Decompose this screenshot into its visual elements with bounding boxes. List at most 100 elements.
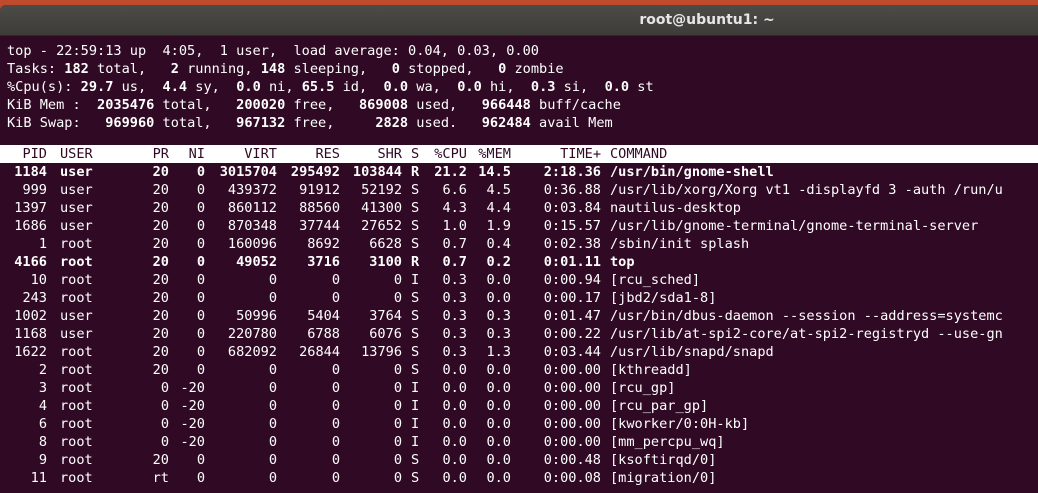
summary-text: 29.7 xyxy=(80,79,114,95)
summary-text: 967132 xyxy=(228,115,286,131)
col-res: 91912 xyxy=(299,182,340,198)
col-time: 0:02.38 xyxy=(543,236,601,252)
summary-text: 0.0 xyxy=(604,79,630,95)
summary-text: 4.4 xyxy=(162,79,188,95)
col-pid: 1002 xyxy=(14,308,47,324)
summary-text: zombie xyxy=(506,61,564,77)
col-ni: 0 xyxy=(196,236,205,252)
col-time: 0:00.22 xyxy=(543,326,601,342)
process-row: 9 root 20 0 0 0 0 S 0.0 0.0 0:00.48 [ksoftirqd/0] xyxy=(0,451,1038,469)
col-cpu: 6.6 xyxy=(442,182,467,198)
col-res: 8692 xyxy=(307,236,340,252)
col-ni: 0 xyxy=(196,308,205,324)
process-row: 999 user 20 0 439372 91912 52192 S 6.6 4.5 0:36.88… xyxy=(0,181,1038,199)
summary-text: 2828 xyxy=(350,115,409,131)
col-virt: 0 xyxy=(268,470,277,486)
summary-text: used, xyxy=(408,97,474,113)
col-pr: 20 xyxy=(152,218,169,234)
summary-text: 0.0 xyxy=(457,79,482,95)
summary-text: 0.0 xyxy=(236,79,261,95)
col-command: /usr/lib/xorg/Xorg vt1 -displayfd 3 -aut… xyxy=(610,182,1003,198)
col-s: S xyxy=(411,308,420,324)
col-command: [rcu_sched] xyxy=(610,272,701,288)
col-res: 88560 xyxy=(299,200,340,216)
col-pr: 20 xyxy=(152,452,169,468)
col-mem: 4.4 xyxy=(486,200,511,216)
col-res: 0 xyxy=(331,434,340,450)
col-command: [ksoftirqd/0] xyxy=(610,452,717,468)
col-pid: 1 xyxy=(38,236,47,252)
summary-text: 962484 xyxy=(473,115,531,131)
col-virt: 0 xyxy=(268,380,277,396)
col-cpu: 0.0 xyxy=(442,434,467,450)
col-shr: 0 xyxy=(393,272,402,288)
col-pid: 10 xyxy=(30,272,47,288)
col-user: root xyxy=(60,344,93,360)
col-cpu: 4.3 xyxy=(442,200,467,216)
summary-text: 869008 xyxy=(350,97,409,113)
col-s: S xyxy=(411,362,420,378)
window-titlebar[interactable]: root@ubuntu1: ~ xyxy=(0,5,1038,36)
col-mem: 0.3 xyxy=(486,308,511,324)
summary-line: top - 22:59:13 up 4:05, 1 user, load ave… xyxy=(7,42,539,60)
col-res: 3716 xyxy=(307,254,340,270)
col-ni: 0 xyxy=(196,200,205,216)
col-user: root xyxy=(60,380,93,396)
col-virt: 860112 xyxy=(227,200,277,216)
col-mem: 0.0 xyxy=(486,416,511,432)
col-res: 0 xyxy=(331,362,340,378)
col-shr: 3764 xyxy=(369,308,402,324)
col-s: S xyxy=(411,236,420,252)
col-pid: 1184 xyxy=(14,164,47,180)
summary-text: 200020 xyxy=(228,97,286,113)
col-mem: 0.0 xyxy=(486,470,511,486)
summary-text: %Cpu(s): xyxy=(7,79,81,95)
col-virt: 439372 xyxy=(227,182,277,198)
col-s: I xyxy=(411,416,420,432)
col-cpu: 0.0 xyxy=(442,398,467,414)
col-s: S xyxy=(411,326,420,342)
col-virt: 0 xyxy=(268,398,277,414)
col-cpu: 0.0 xyxy=(442,452,467,468)
col-ni: -20 xyxy=(180,434,205,450)
col-pr: 20 xyxy=(152,200,169,216)
column-header-shr: SHR xyxy=(377,146,402,162)
summary-text: 0.3 xyxy=(530,79,556,95)
col-pid: 1686 xyxy=(14,218,47,234)
col-res: 6788 xyxy=(307,326,340,342)
process-row: 11 root rt 0 0 0 0 S 0.0 0.0 0:00.08 [migration/0] xyxy=(0,469,1038,487)
summary-line: %Cpu(s): 29.7 us, 4.4 sy, 0.0 ni, 65.5 i… xyxy=(7,78,654,96)
col-mem: 1.3 xyxy=(486,344,511,360)
col-user: root xyxy=(60,290,93,306)
col-ni: 0 xyxy=(196,470,205,486)
col-mem: 0.0 xyxy=(486,398,511,414)
col-cpu: 0.0 xyxy=(442,380,467,396)
col-time: 0:00.08 xyxy=(543,470,601,486)
summary-text: buff/cache xyxy=(530,97,621,113)
terminal-output[interactable]: top - 22:59:13 up 4:05, 1 user, load ave… xyxy=(0,36,1038,493)
col-pr: 20 xyxy=(152,236,169,252)
summary-text: 148 xyxy=(260,61,286,77)
col-command: [rcu_par_gp] xyxy=(610,398,709,414)
col-command: [rcu_gp] xyxy=(610,380,676,396)
col-command: /usr/bin/dbus-daemon --session --address… xyxy=(610,308,1003,324)
summary-line: KiB Swap: 969960 total, 967132 free, 282… xyxy=(7,114,613,132)
col-cpu: 0.3 xyxy=(442,326,467,342)
summary-text: si, xyxy=(555,79,605,95)
summary-text: us, xyxy=(113,79,163,95)
summary-text: ni, xyxy=(260,79,302,95)
process-row: 8 root 0 -20 0 0 0 I 0.0 0.0 0:00.00 [mm_percpu_wq] xyxy=(0,433,1038,451)
col-mem: 0.3 xyxy=(486,326,511,342)
col-ni: -20 xyxy=(180,380,205,396)
col-command: [migration/0] xyxy=(610,470,717,486)
col-time: 0:00.00 xyxy=(543,434,601,450)
col-cpu: 0.3 xyxy=(442,344,467,360)
col-pid: 999 xyxy=(22,182,47,198)
col-pr: 0 xyxy=(160,416,169,432)
col-pr: 20 xyxy=(152,182,169,198)
col-res: 295492 xyxy=(290,164,340,180)
summary-text: total, xyxy=(154,115,228,131)
summary-text: Tasks: xyxy=(7,61,65,77)
terminal-window[interactable]: root@ubuntu1: ~ top - 22:59:13 up 4:05, … xyxy=(0,5,1038,493)
col-time: 0:15.57 xyxy=(543,218,601,234)
